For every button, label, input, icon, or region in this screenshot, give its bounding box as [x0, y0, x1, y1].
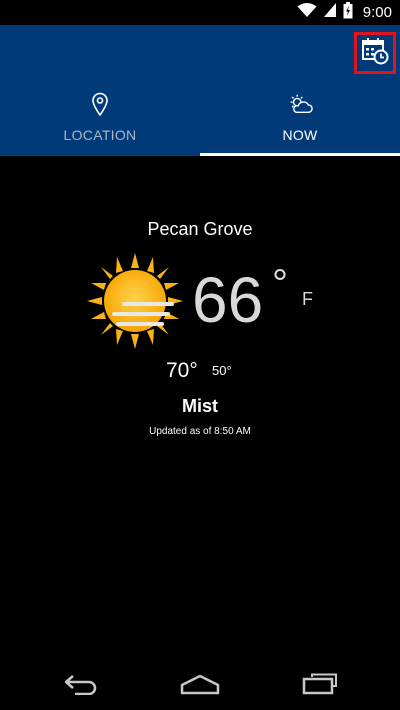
- location-name: Pecan Grove: [147, 219, 253, 239]
- tab-now-label: NOW: [282, 127, 318, 143]
- navigation-bar: [0, 662, 400, 710]
- tab-location-label: LOCATION: [63, 127, 137, 143]
- partly-cloudy-icon: [287, 91, 313, 117]
- home-icon: [180, 673, 220, 700]
- wifi-icon: [297, 2, 317, 23]
- temperature-unit: F: [302, 289, 313, 309]
- tab-location[interactable]: LOCATION: [0, 87, 200, 156]
- status-bar: 9:00: [0, 0, 400, 25]
- calendar-clock-icon: [361, 37, 389, 70]
- back-button[interactable]: [61, 672, 101, 700]
- location-pin-icon: [87, 91, 113, 117]
- status-time: 9:00: [362, 4, 392, 21]
- home-button[interactable]: [180, 672, 220, 700]
- low-temperature: 50°: [212, 363, 232, 378]
- updated-timestamp: Updated as of 8:50 AM: [149, 426, 251, 437]
- high-temperature: 70°: [166, 359, 198, 382]
- app-header: LOCATION NOW: [0, 25, 400, 156]
- tab-bar: LOCATION NOW: [0, 87, 400, 156]
- cell-signal-icon: [323, 2, 337, 23]
- status-icons: 9:00: [297, 1, 392, 24]
- tab-now[interactable]: NOW: [200, 87, 400, 156]
- weather-condition: Mist: [182, 396, 218, 416]
- recents-icon: [302, 673, 338, 700]
- calendar-button[interactable]: [354, 32, 396, 74]
- screen: 9:00 LOCATION NOW Pecan Grove 66 ° F 70°…: [0, 0, 400, 710]
- battery-icon: [343, 1, 353, 24]
- back-icon: [63, 673, 99, 700]
- current-temperature: 66: [192, 264, 264, 336]
- temperature-degree-symbol: °: [272, 262, 288, 306]
- recents-button[interactable]: [300, 672, 340, 700]
- sun-mist-icon: [86, 252, 184, 350]
